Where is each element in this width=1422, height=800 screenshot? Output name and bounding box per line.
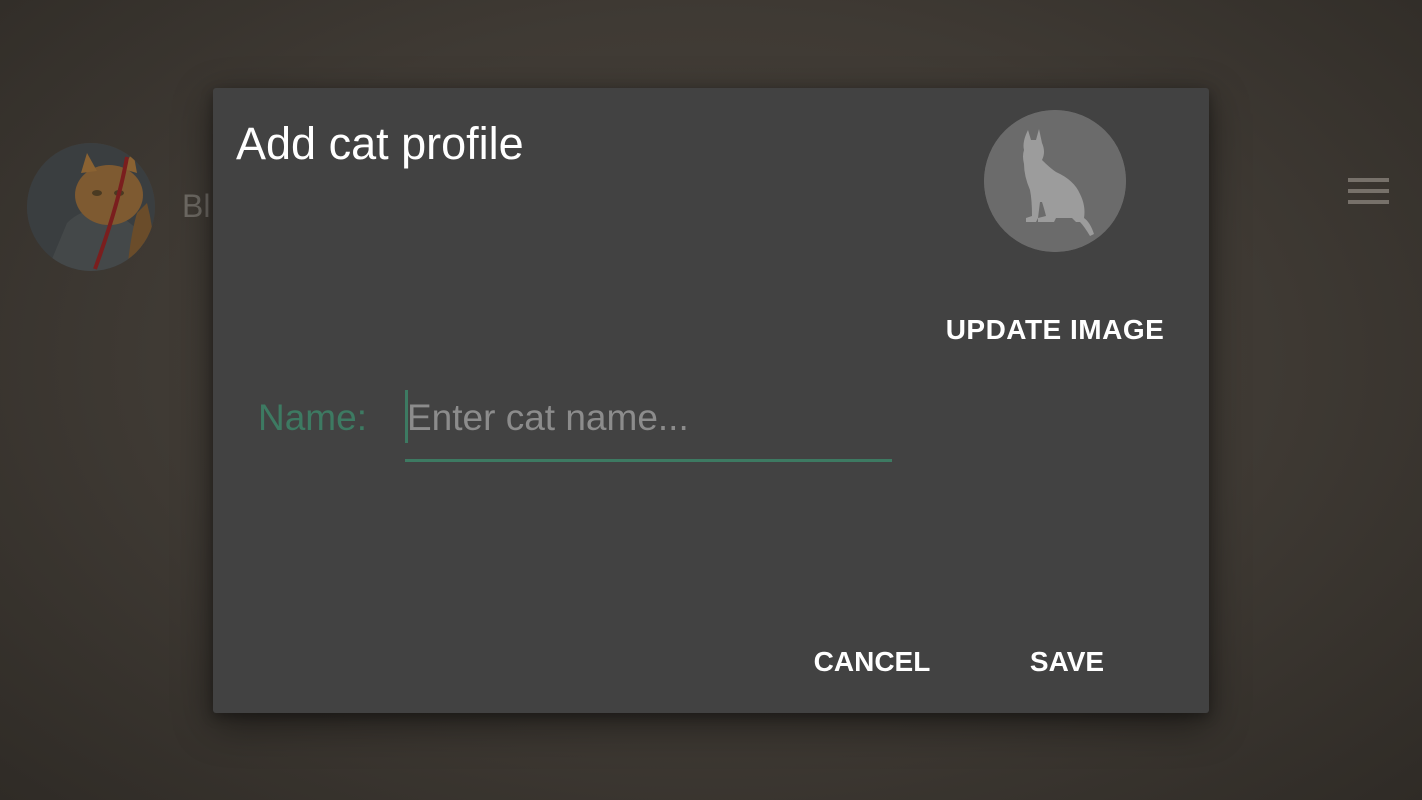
cancel-button[interactable]: CANCEL [799, 639, 945, 685]
cat-photo-icon [27, 143, 155, 271]
cat-name-input[interactable] [405, 388, 894, 448]
text-cursor [405, 390, 408, 443]
save-button[interactable]: SAVE [1017, 639, 1117, 685]
cat-name-field[interactable] [405, 388, 894, 464]
update-image-button[interactable]: UPDATE IMAGE [929, 306, 1181, 354]
hamburger-menu-icon [1348, 176, 1389, 206]
add-cat-profile-dialog: Add cat profile UPDATE IMAGE Name: CANCE… [213, 88, 1209, 713]
cat-profile-image [984, 110, 1126, 252]
name-label: Name: [258, 397, 367, 438]
background-list-item-name: Bl [182, 188, 211, 224]
input-underline [405, 459, 892, 462]
cat-avatar [27, 143, 155, 271]
cat-silhouette-icon [984, 110, 1126, 252]
dialog-title: Add cat profile [236, 118, 524, 169]
